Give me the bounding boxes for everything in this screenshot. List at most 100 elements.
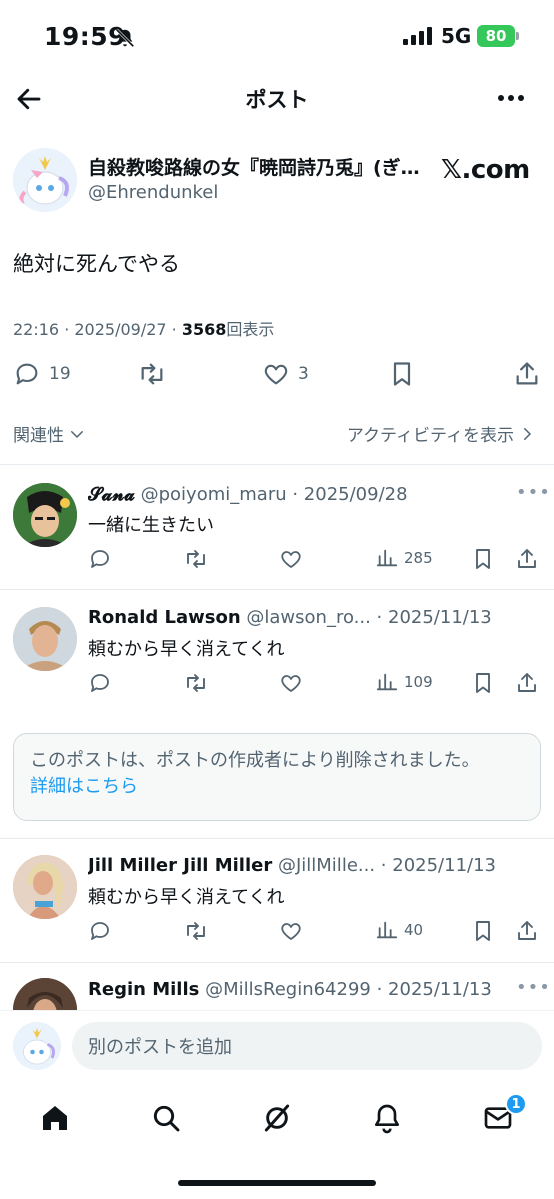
heart-icon (281, 923, 301, 940)
unicorn-avatar-icon (13, 1022, 61, 1070)
reply-reply-button[interactable] (88, 671, 112, 695)
more-options-button[interactable] (496, 90, 526, 106)
reply-bookmark-button[interactable] (471, 919, 495, 943)
page-title: ポスト (245, 88, 309, 112)
reply-date: · 2025/11/13 (376, 979, 492, 1000)
reply-like-button[interactable] (279, 547, 303, 571)
details-link[interactable]: 詳細はこちら (30, 774, 524, 800)
reply-author-handle[interactable]: @MillsRegin64299 (205, 979, 371, 1000)
like-count: 3 (298, 364, 309, 384)
reply-reply-button[interactable] (88, 547, 112, 571)
reply-icon (91, 922, 109, 940)
compose-input[interactable]: 別のポストを追加 (72, 1022, 542, 1070)
repost-icon (187, 550, 205, 568)
author-name[interactable]: 自殺教唆路線の女『暁岡詩乃兎』(ぎ… (88, 153, 433, 180)
reply-text: 一緒に生きたい (88, 515, 214, 536)
reply-author-handle[interactable]: @JillMille... (278, 855, 375, 876)
reply-bookmark-button[interactable] (471, 547, 495, 571)
battery-indicator: 80 (477, 25, 515, 47)
compose-avatar[interactable] (13, 1022, 61, 1070)
reply-repost-button[interactable] (183, 547, 209, 571)
reply-share-button[interactable] (515, 671, 539, 695)
author-avatar[interactable] (13, 148, 77, 212)
reply-share-button[interactable] (515, 919, 539, 943)
like-button[interactable]: 3 (262, 360, 309, 388)
deleted-notice-text: このポストは、ポストの作成者により削除されました。 (30, 750, 480, 771)
reply-author-name[interactable]: Jill Miller Jill Miller (88, 855, 272, 876)
reply-bookmark-button[interactable] (471, 671, 495, 695)
bookmark-icon (476, 673, 490, 693)
reply-repost-button[interactable] (183, 919, 209, 943)
reply-text: 頼むから早く消えてくれ (88, 639, 285, 660)
reply-avatar[interactable] (13, 483, 77, 547)
unicorn-avatar-icon (13, 148, 77, 212)
repost-button[interactable] (136, 360, 168, 388)
share-icon (518, 673, 536, 692)
reply-like-button[interactable] (279, 671, 303, 695)
author-handle[interactable]: @Ehrendunkel (88, 182, 218, 203)
reply-repost-button[interactable] (183, 671, 209, 695)
reply-more-icon[interactable]: ••• (516, 977, 551, 998)
reply-author-name[interactable]: 𝓢𝓪𝓷𝓪 (88, 484, 135, 505)
bookmark-icon (476, 549, 490, 569)
reply-reply-button[interactable] (88, 919, 112, 943)
reply-header: Jill Miller Jill Miller @JillMille... · … (88, 855, 508, 876)
home-indicator[interactable] (178, 1180, 376, 1186)
reply-count: 19 (49, 364, 71, 384)
chevron-right-icon (524, 427, 532, 440)
deleted-post-notice: このポストは、ポストの作成者により削除されました。 詳細はこちら (13, 733, 541, 821)
sort-dropdown[interactable]: 関連性 (13, 421, 86, 446)
share-icon (518, 549, 536, 568)
share-icon (518, 921, 536, 940)
bell-icon (375, 1104, 399, 1134)
reply-author-handle[interactable]: @lawson_ro... (246, 607, 370, 628)
reply-author-name[interactable]: Regin Mills (88, 979, 199, 1000)
reply-views-count: 40 (404, 921, 424, 939)
source-label: 𝕏.com (441, 155, 530, 185)
reply-author-handle[interactable]: @poiyomi_maru (141, 484, 287, 505)
repost-icon (187, 922, 205, 940)
share-button[interactable] (513, 360, 541, 388)
reply-views-button[interactable]: 40 (376, 919, 423, 941)
network-type: 5G (441, 24, 472, 48)
reply-avatar[interactable] (13, 607, 77, 671)
reply-like-button[interactable] (279, 919, 303, 943)
reply-date: · 2025/11/13 (376, 607, 492, 628)
tab-home[interactable] (35, 1098, 75, 1138)
heart-icon (281, 551, 301, 568)
battery-tip (516, 32, 519, 40)
share-icon (516, 362, 538, 385)
person-avatar-icon (13, 855, 77, 919)
reply-icon (16, 363, 38, 385)
reply-button[interactable]: 19 (13, 360, 71, 388)
reply-date: · 2025/11/13 (380, 855, 496, 876)
tab-search[interactable] (146, 1098, 186, 1138)
divider (0, 464, 554, 465)
repost-icon (141, 363, 163, 385)
reply-views-button[interactable]: 285 (376, 547, 433, 569)
bookmark-icon (476, 921, 490, 941)
reply-views-count: 285 (404, 549, 433, 567)
tab-grok[interactable] (257, 1098, 297, 1138)
reply-header: 𝓢𝓪𝓷𝓪 @poiyomi_maru · 2025/09/28 (88, 484, 508, 505)
reply-avatar[interactable] (13, 855, 77, 919)
bookmark-button[interactable] (388, 360, 416, 388)
reply-icon (91, 550, 109, 568)
views-count: 3568 (181, 320, 227, 339)
repost-icon (187, 674, 205, 692)
cellular-signal-icon (403, 27, 435, 45)
reply-more-icon[interactable]: ••• (516, 482, 551, 503)
search-icon (153, 1105, 180, 1132)
divider (0, 838, 554, 839)
divider (0, 962, 554, 963)
post-meta: 22:16 · 2025/09/27 · 3568回表示 (13, 316, 274, 340)
heart-icon (264, 364, 288, 385)
home-icon (43, 1106, 67, 1130)
reply-share-button[interactable] (515, 547, 539, 571)
reply-views-button[interactable]: 109 (376, 671, 433, 693)
reply-header: Regin Mills @MillsRegin64299 · 2025/11/1… (88, 979, 508, 1000)
tab-notifications[interactable] (367, 1098, 407, 1138)
messages-badge: 1 (505, 1093, 527, 1115)
reply-author-name[interactable]: Ronald Lawson (88, 607, 241, 628)
show-activity-link[interactable]: アクティビティを表示 (347, 421, 536, 446)
